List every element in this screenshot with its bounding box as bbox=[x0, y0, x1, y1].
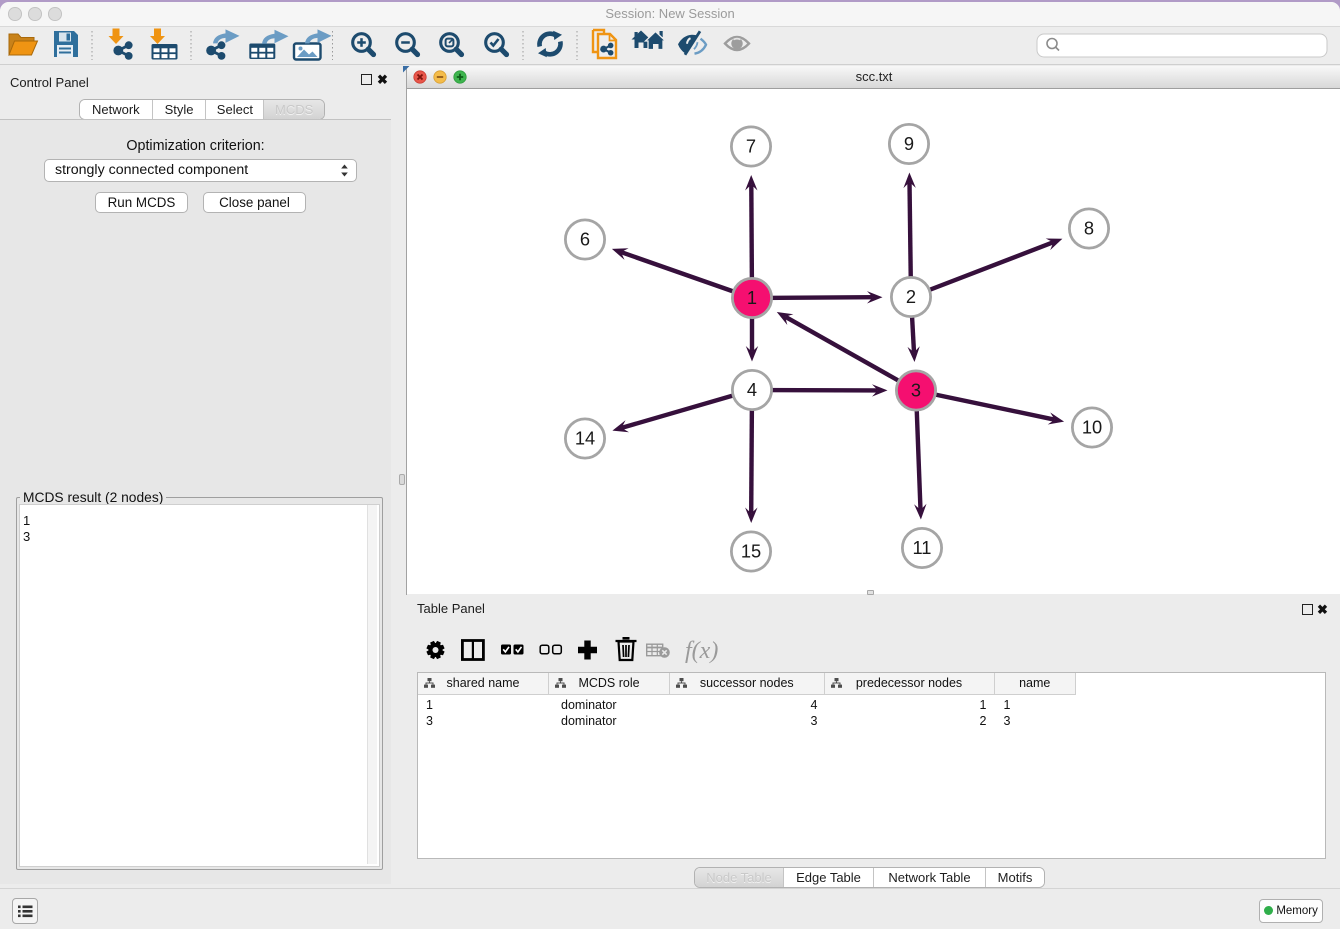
svg-text:7: 7 bbox=[746, 136, 756, 157]
svg-text:8: 8 bbox=[1084, 218, 1094, 239]
svg-text:6: 6 bbox=[580, 229, 590, 250]
svg-text:1: 1 bbox=[747, 287, 757, 308]
svg-text:15: 15 bbox=[741, 541, 761, 562]
svg-text:11: 11 bbox=[913, 537, 932, 558]
svg-text:4: 4 bbox=[747, 379, 757, 400]
svg-text:10: 10 bbox=[1082, 417, 1102, 438]
svg-text:3: 3 bbox=[911, 380, 921, 401]
svg-text:2: 2 bbox=[906, 286, 916, 307]
svg-text:f(x): f(x) bbox=[685, 638, 718, 664]
svg-text:14: 14 bbox=[575, 428, 595, 449]
svg-text:9: 9 bbox=[904, 133, 914, 154]
